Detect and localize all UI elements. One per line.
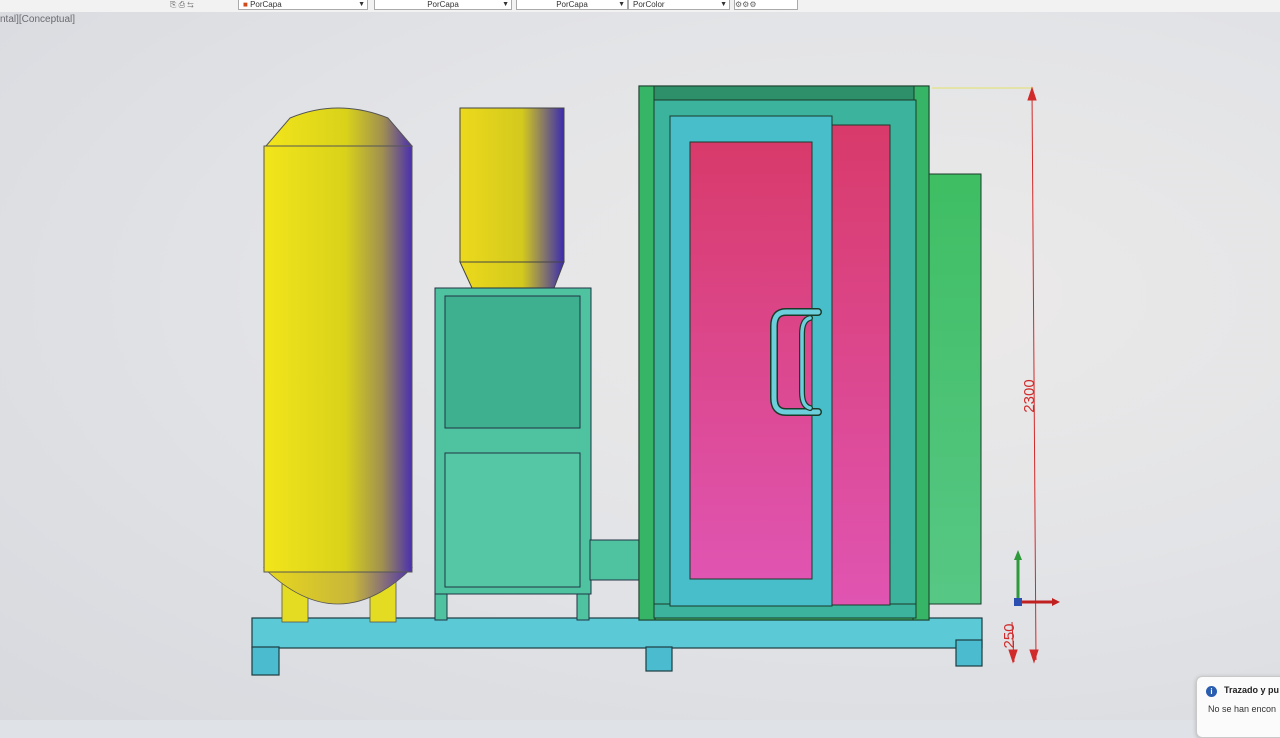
base-height-dimension[interactable]: 250: [1001, 623, 1018, 648]
ucs-axis-icon: [1014, 550, 1060, 606]
notification-balloon[interactable]: i Trazado y pu No se han encon: [1196, 676, 1280, 738]
hopper: [459, 107, 565, 289]
control-cabinet: [434, 287, 641, 621]
vertical-tank: [263, 107, 414, 623]
info-icon: i: [1206, 686, 1217, 697]
model-drawing: 2300 250: [251, 85, 1060, 676]
notification-message: No se han encon: [1208, 704, 1277, 714]
notification-title: Trazado y pu: [1224, 685, 1280, 695]
base-platform: [251, 617, 983, 676]
overall-height-dimension[interactable]: 2300: [1021, 379, 1038, 412]
booth-door: [669, 115, 891, 607]
